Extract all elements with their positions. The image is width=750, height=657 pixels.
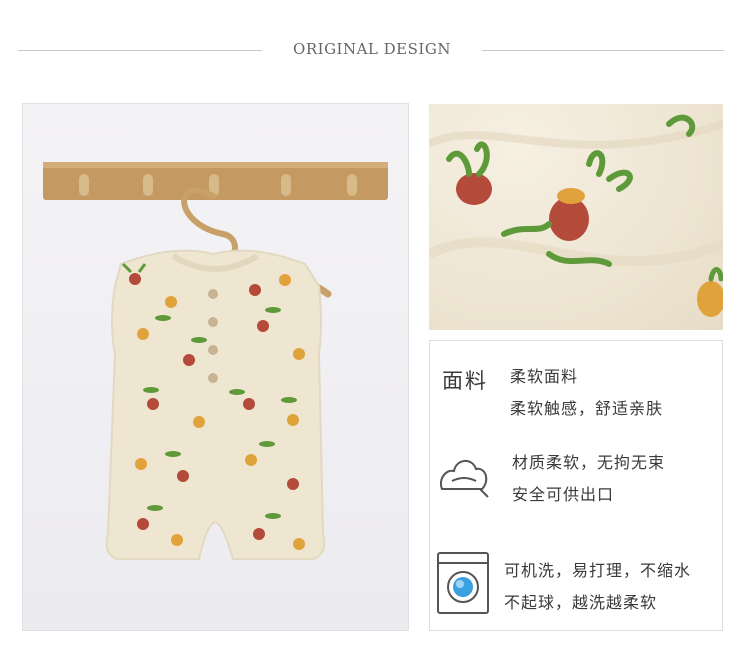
header-divider-left [18, 50, 262, 51]
header-divider-right [482, 50, 724, 51]
romper-illustration [43, 162, 388, 560]
feature-2-line-2: 安全可供出口 [512, 485, 615, 504]
feature-3-line-2: 不起球，越洗越柔软 [504, 593, 658, 612]
feature-3-line-1: 可机洗，易打理，不缩水 [504, 561, 692, 580]
features-panel: 面料 柔软面料 柔软触感，舒适亲肤 材质柔软，无拘无束 安全可供出口 可机洗，易… [429, 340, 723, 631]
feature-1-line-2: 柔软触感，舒适亲肤 [510, 399, 664, 418]
feature-1-line-1: 柔软面料 [510, 367, 579, 386]
fabric-closeup-photo [429, 104, 723, 330]
cloud-soft-icon [440, 460, 489, 498]
fabric-label: 面料 [442, 369, 488, 393]
washing-machine-icon [437, 552, 489, 614]
fabric-illustration [429, 114, 723, 317]
hanger [181, 187, 238, 263]
section-title: ORIGINAL DESIGN [293, 40, 451, 58]
feature-2-line-1: 材质柔软，无拘无束 [512, 453, 666, 472]
product-photo [22, 103, 409, 631]
